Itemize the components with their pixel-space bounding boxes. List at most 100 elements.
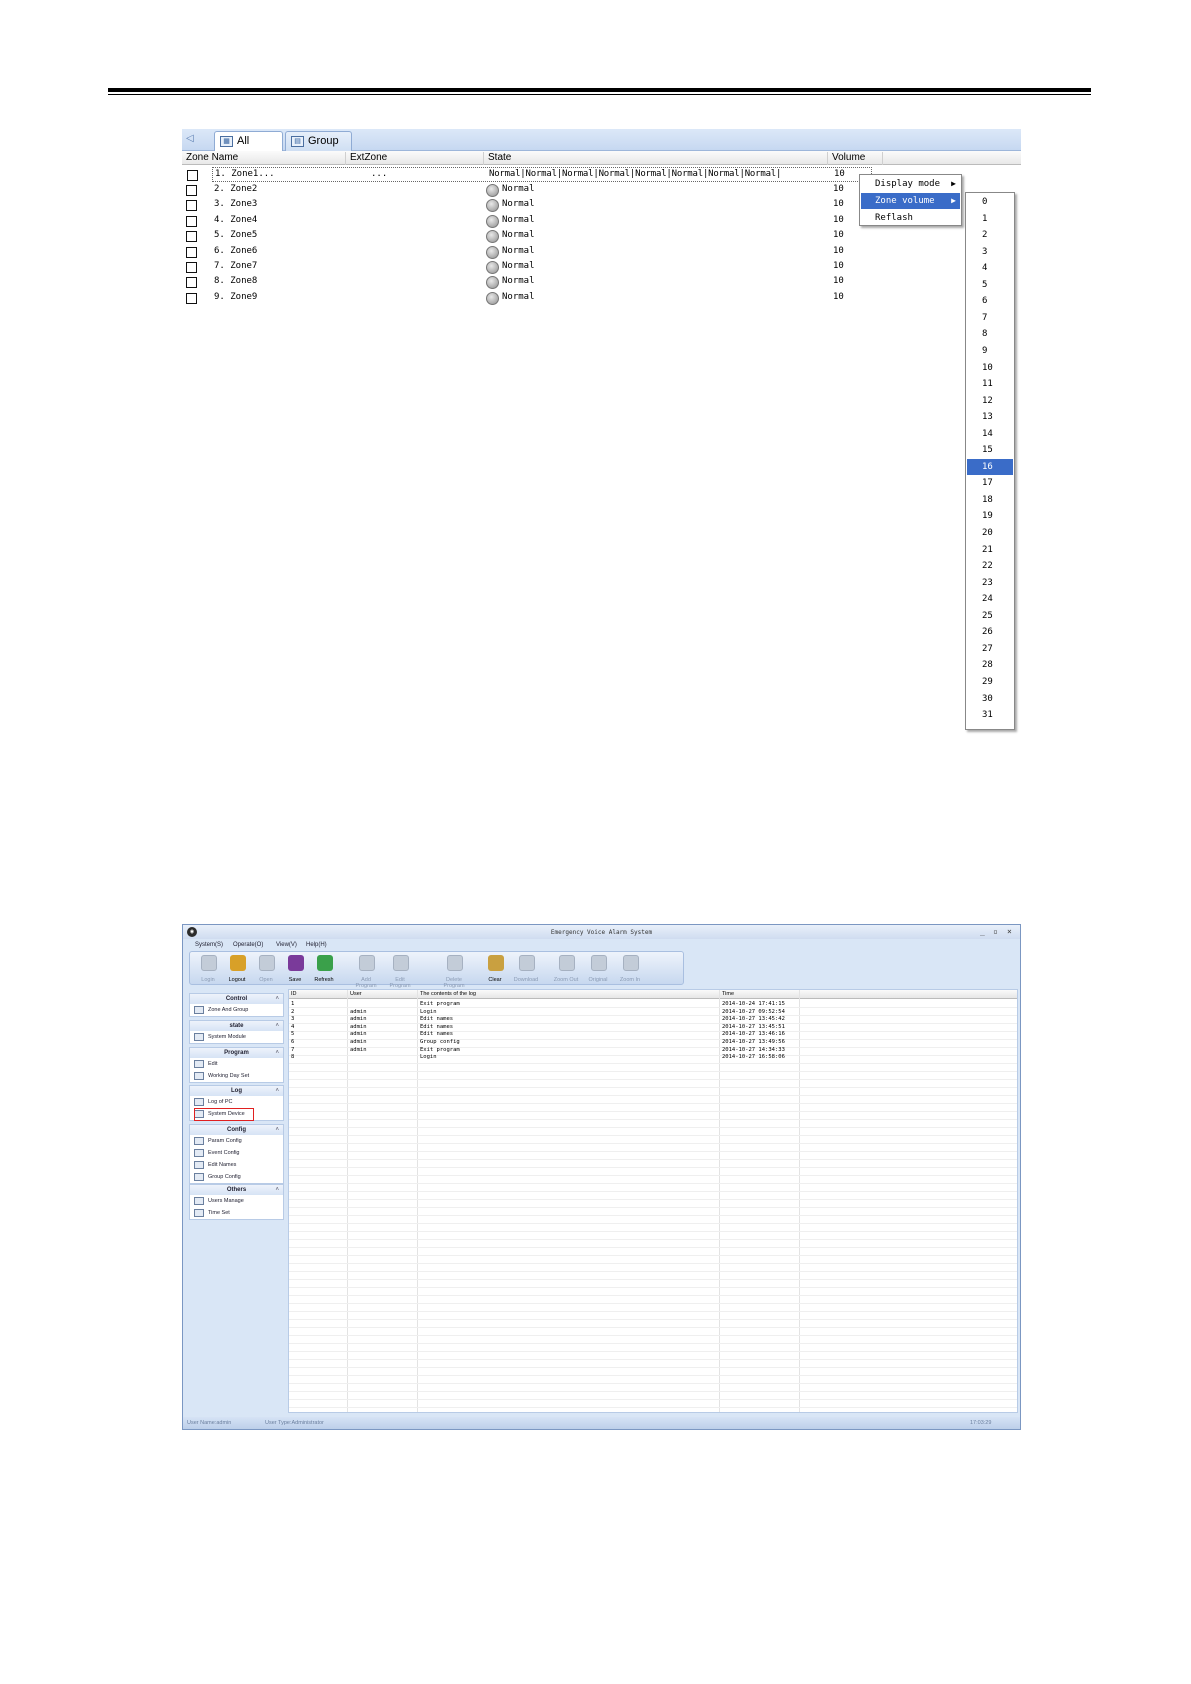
col-user[interactable]: User (350, 991, 362, 997)
toolbar-button-delete-program[interactable]: Delete Program (440, 954, 468, 989)
log-row[interactable]: 8 Login 2014-10-27 16:58:06 (289, 1053, 1017, 1061)
sidebar-item[interactable]: Users Manage (190, 1195, 283, 1207)
zone-checkbox[interactable] (186, 262, 197, 273)
zone-row[interactable]: 1. Zone1...... Normal|Normal|Normal|Norma… (187, 167, 872, 182)
zone-row[interactable]: 5. Zone5 Normal 10 (182, 229, 1021, 244)
minimize-button[interactable]: _ (980, 927, 985, 936)
zone-checkbox[interactable] (186, 292, 197, 304)
collapse-icon[interactable]: ˄ (275, 1048, 279, 1058)
toolbar-button-refresh[interactable]: Refresh (310, 954, 338, 984)
zone-checkbox[interactable] (186, 185, 197, 196)
collapse-icon[interactable]: ˄ (275, 994, 279, 1004)
volume-option[interactable]: 10 (967, 360, 1013, 376)
volume-option[interactable]: 2 (967, 227, 1013, 243)
menu-system[interactable]: System(S) (195, 942, 223, 948)
toolbar-button-zoom-out[interactable]: Zoom Out (552, 954, 580, 984)
volume-option[interactable]: 12 (967, 393, 1013, 409)
volume-option[interactable]: 24 (967, 591, 1013, 607)
sidebar-group-header[interactable]: Log ˄ (190, 1086, 283, 1096)
toolbar-button-save[interactable]: Save (281, 954, 309, 984)
zone-row[interactable]: 7. Zone7 Normal 10 (182, 260, 1021, 275)
volume-option[interactable]: 7 (967, 310, 1013, 326)
zone-checkbox[interactable] (186, 277, 197, 289)
menu-view[interactable]: View(V) (276, 942, 297, 948)
tab-all-zone[interactable]: ▦ All Zone (214, 131, 283, 166)
col-id[interactable]: ID (291, 991, 297, 997)
maximize-button[interactable]: ▫ (993, 927, 998, 936)
sidebar-item[interactable]: Time Set (190, 1207, 283, 1219)
sidebar-item[interactable]: Event Config (190, 1147, 283, 1159)
close-button[interactable]: × (1007, 927, 1012, 936)
menu-reflash[interactable]: Reflash (861, 210, 960, 226)
sidebar-item[interactable]: Edit Names (190, 1159, 283, 1171)
toolbar-button-original[interactable]: Original (584, 954, 612, 984)
sidebar-item[interactable]: System Module (190, 1031, 283, 1043)
zone-checkbox[interactable] (186, 200, 197, 212)
volume-option[interactable]: 29 (967, 674, 1013, 690)
collapse-icon[interactable]: ˄ (275, 1086, 279, 1096)
collapse-icon[interactable]: ˄ (275, 1021, 279, 1031)
volume-option[interactable]: 30 (967, 691, 1013, 707)
toolbar-button-login[interactable]: Login (194, 954, 222, 984)
sidebar-item[interactable]: Param Config (190, 1135, 283, 1147)
toolbar-button-edit-program[interactable]: Edit Program (386, 954, 414, 989)
sidebar-item[interactable]: Log of PC (190, 1096, 283, 1108)
menu-display-mode[interactable]: Display mode ▶ (861, 176, 960, 192)
sidebar-group-header[interactable]: Program ˄ (190, 1048, 283, 1058)
zone-checkbox[interactable] (187, 170, 198, 181)
menu-operate[interactable]: Operate(O) (233, 942, 263, 948)
sidebar-item[interactable]: Zone And Group (190, 1004, 283, 1016)
volume-option[interactable]: 18 (967, 492, 1013, 508)
zone-row[interactable]: 8. Zone8 Normal 10 (182, 275, 1021, 290)
volume-option[interactable]: 28 (967, 657, 1013, 673)
zone-checkbox[interactable] (186, 215, 197, 227)
volume-option[interactable]: 23 (967, 575, 1013, 591)
volume-option[interactable]: 22 (967, 558, 1013, 574)
toolbar-button-logout[interactable]: Logout (223, 954, 251, 984)
zone-row[interactable]: 6. Zone6 Normal 10 (182, 245, 1021, 260)
sidebar-group-header[interactable]: Control ˄ (190, 994, 283, 1004)
volume-option[interactable]: 26 (967, 624, 1013, 640)
volume-option[interactable]: 15 (967, 442, 1013, 458)
volume-option[interactable]: 8 (967, 326, 1013, 342)
volume-option[interactable]: 31 (967, 707, 1013, 723)
volume-option[interactable]: 27 (967, 641, 1013, 657)
col-state[interactable]: State (484, 152, 828, 165)
volume-option[interactable]: 19 (967, 508, 1013, 524)
volume-option[interactable]: 17 (967, 475, 1013, 491)
zone-row[interactable]: 9. Zone9 Normal 10 (182, 291, 1021, 306)
tab-scroll-left-icon[interactable]: ◁ (186, 133, 194, 144)
volume-option[interactable]: 1 (967, 211, 1013, 227)
volume-option[interactable]: 16 (967, 458, 1013, 475)
volume-option[interactable]: 14 (967, 426, 1013, 442)
toolbar-button-add-program[interactable]: Add Program (352, 954, 380, 989)
sidebar-item[interactable]: Edit (190, 1058, 283, 1070)
toolbar-button-zoom-in[interactable]: Zoom In (616, 954, 644, 984)
tab-group[interactable]: ▤ Group (285, 131, 352, 151)
menu-help[interactable]: Help(H) (306, 942, 327, 948)
volume-option[interactable]: 5 (967, 277, 1013, 293)
menu-zone-volume[interactable]: Zone volume ▶ (861, 193, 960, 209)
volume-option[interactable]: 20 (967, 525, 1013, 541)
collapse-icon[interactable]: ˄ (275, 1185, 279, 1195)
volume-option[interactable]: 4 (967, 260, 1013, 276)
volume-option[interactable]: 0 (967, 194, 1013, 210)
sidebar-group-header[interactable]: state ˄ (190, 1021, 283, 1031)
collapse-icon[interactable]: ˄ (275, 1125, 279, 1135)
col-extzone[interactable]: ExtZone (346, 152, 484, 165)
col-volume[interactable]: Volume (828, 152, 883, 165)
toolbar-button-clear[interactable]: Clear (481, 954, 509, 984)
zone-checkbox[interactable] (186, 231, 197, 243)
volume-option[interactable]: 13 (967, 409, 1013, 425)
volume-option[interactable]: 3 (967, 244, 1013, 260)
sidebar-item[interactable]: Group Config (190, 1171, 283, 1183)
col-content[interactable]: The contents of the log (420, 991, 476, 997)
zone-checkbox[interactable] (186, 246, 197, 258)
sidebar-group-header[interactable]: Config ˄ (190, 1125, 283, 1135)
col-time[interactable]: Time (722, 991, 734, 997)
volume-option[interactable]: 6 (967, 293, 1013, 309)
volume-option[interactable]: 21 (967, 542, 1013, 558)
toolbar-button-download[interactable]: Download (512, 954, 540, 984)
sidebar-item[interactable]: Working Day Set (190, 1070, 283, 1082)
volume-option[interactable]: 25 (967, 608, 1013, 624)
